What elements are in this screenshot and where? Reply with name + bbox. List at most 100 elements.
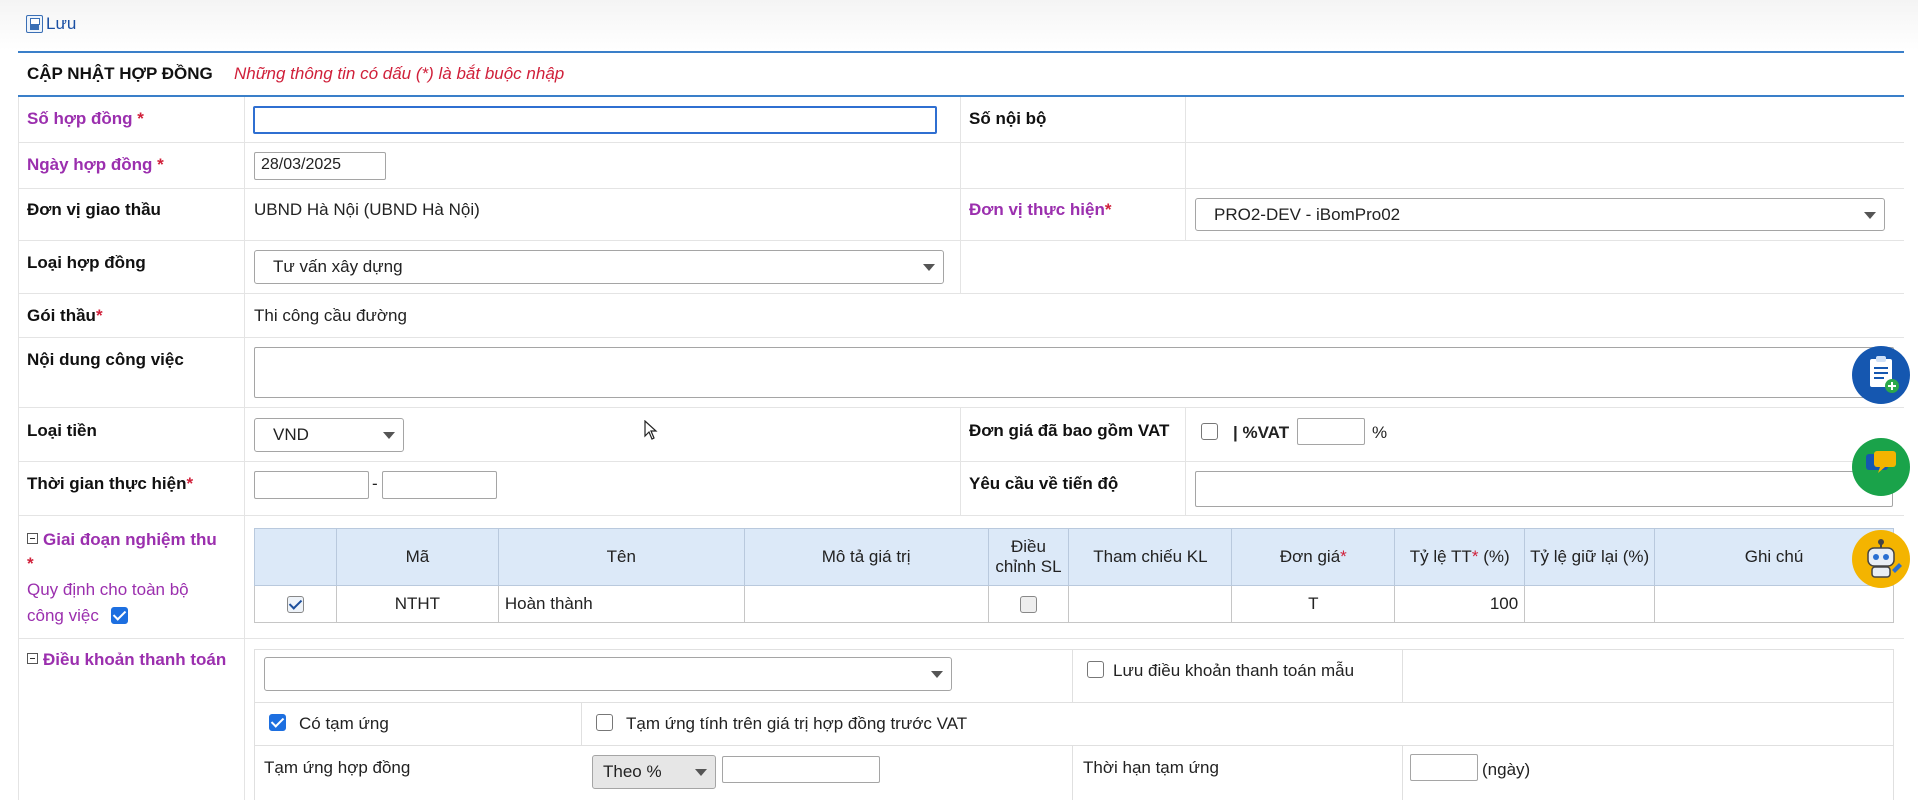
save-template-label: Lưu điều khoản thanh toán mẫu: [1113, 661, 1355, 680]
thoi-han-input[interactable]: [1410, 754, 1478, 781]
vat-label: | %VAT: [1233, 423, 1290, 442]
goi-thau-value: Thi công cầu đường: [254, 306, 407, 325]
dieu-khoan-section-toggle[interactable]: Điều khoản thanh toán: [27, 648, 237, 672]
column-header-ty-le-giu-lai: Tỷ lệ giữ lại (%): [1524, 528, 1656, 586]
column-header-dieu-chinh: Điều chỉnh SL: [987, 528, 1070, 586]
divider: [1072, 745, 1073, 800]
required-note: Những thông tin có dấu (*) là bắt buộc n…: [234, 64, 565, 83]
co-tam-ung-checkbox[interactable]: [269, 714, 286, 731]
loai-tien-select[interactable]: VND: [254, 418, 404, 452]
so-noi-bo-label: Số nội bộ: [969, 109, 1047, 128]
vat-percent-sign: %: [1372, 423, 1388, 442]
yeu-cau-tien-do-textarea[interactable]: [1195, 471, 1893, 507]
thoi-gian-to-input[interactable]: [382, 471, 497, 499]
chevron-down-icon: [931, 671, 943, 678]
cell-ty-le-tt[interactable]: 100: [1394, 585, 1526, 623]
noi-dung-textarea[interactable]: [254, 347, 1894, 398]
clipboard-add-icon: [1870, 356, 1899, 393]
divider: [18, 461, 1904, 462]
thoi-gian-from-input[interactable]: [254, 471, 369, 499]
giai-doan-table: Mã Tên Mô tả giá trị Điều chỉnh SL Tham …: [254, 528, 1894, 623]
tam-ung-hop-dong-label: Tạm ứng hợp đồng: [264, 758, 411, 777]
cell-ty-le-giu-lai[interactable]: [1524, 585, 1656, 623]
divider: [18, 188, 1904, 189]
loai-hop-dong-value: Tư vấn xây dựng: [273, 257, 403, 276]
table-header-row: Mã Tên Mô tả giá trị Điều chỉnh SL Tham …: [254, 528, 1894, 586]
tam-ung-mode-select[interactable]: Theo %: [592, 755, 716, 789]
save-template-checkbox[interactable]: [1087, 661, 1104, 678]
don-gia-vat-label: Đơn giá đã bao gồm VAT: [969, 421, 1170, 440]
loai-hop-dong-select[interactable]: Tư vấn xây dựng: [254, 250, 944, 284]
co-tam-ung-label: Có tạm ứng: [299, 714, 389, 733]
don-vi-thuc-hien-label: Đơn vị thực hiện*: [969, 200, 1112, 219]
dieu-khoan-template-select[interactable]: [264, 657, 952, 691]
divider: [18, 51, 1904, 53]
don-vi-giao-thau-label: Đơn vị giao thầu: [27, 200, 161, 219]
tam-ung-truoc-vat-label: Tạm ứng tính trên giá trị hợp đồng trước…: [626, 714, 968, 733]
yeu-cau-tien-do-label: Yêu cầu về tiến độ: [969, 474, 1119, 493]
divider: [1185, 407, 1186, 515]
page-title: CẬP NHẬT HỢP ĐỒNG: [27, 64, 213, 83]
column-header-ty-le-tt: Tỷ lệ TT* (%): [1394, 528, 1526, 586]
collapse-icon: [27, 653, 38, 664]
ngay-hop-dong-input[interactable]: 28/03/2025: [254, 152, 386, 180]
chevron-down-icon: [1864, 211, 1876, 219]
don-vi-giao-thau-value: UBND Hà Nội (UBND Hà Nội): [254, 200, 480, 219]
loai-hop-dong-label: Loại hợp đồng: [27, 253, 146, 272]
table-row[interactable]: NTHT Hoàn thành T 100: [254, 585, 1894, 623]
so-hop-dong-input[interactable]: [253, 106, 937, 134]
cell-ma[interactable]: NTHT: [335, 585, 499, 623]
giai-doan-section-toggle[interactable]: Giai đoạn nghiệm thu *: [27, 528, 237, 576]
robot-support-button[interactable]: [1852, 530, 1910, 588]
cell-ghi-chu[interactable]: [1654, 585, 1894, 623]
column-header-tham-chieu: Tham chiếu KL: [1068, 528, 1233, 586]
column-header-ma: Mã: [335, 528, 499, 586]
dieu-chinh-checkbox[interactable]: [1019, 596, 1037, 614]
divider: [18, 638, 1904, 639]
cell-ten[interactable]: Hoàn thành: [497, 585, 745, 623]
divider: [18, 142, 1904, 143]
chat-button[interactable]: [1852, 438, 1910, 496]
tam-ung-value-input[interactable]: [722, 756, 880, 783]
top-toolbar: [0, 0, 1918, 50]
noi-dung-label: Nội dung công việc: [27, 350, 184, 369]
divider: [254, 745, 1894, 746]
vat-input[interactable]: [1297, 418, 1365, 445]
row-select-cell: [254, 585, 337, 623]
column-header-ten: Tên: [497, 528, 745, 586]
divider: [18, 95, 1904, 97]
cell-don-gia[interactable]: T: [1231, 585, 1396, 623]
divider: [18, 293, 1904, 294]
thoi-gian-separator: -: [372, 474, 378, 493]
divider: [1893, 649, 1894, 800]
column-header-select: [254, 528, 337, 586]
divider: [18, 407, 1904, 408]
cell-dieu-chinh: [987, 585, 1070, 623]
loai-tien-value: VND: [273, 425, 309, 444]
divider: [244, 97, 245, 800]
loai-tien-label: Loại tiền: [27, 421, 97, 440]
divider: [18, 337, 1904, 338]
divider: [1185, 97, 1186, 240]
cell-mo-ta[interactable]: [743, 585, 989, 623]
save-button[interactable]: Lưu: [26, 14, 76, 34]
save-icon: [26, 15, 43, 33]
giai-doan-rule-checkbox[interactable]: [111, 607, 128, 624]
clipboard-add-button[interactable]: [1852, 346, 1910, 404]
cell-tham-chieu[interactable]: [1068, 585, 1233, 623]
mouse-cursor-icon: [644, 420, 658, 440]
don-vi-thuc-hien-select[interactable]: PRO2-DEV - iBomPro02: [1195, 198, 1885, 231]
tam-ung-mode-value: Theo %: [603, 762, 662, 781]
column-header-mo-ta: Mô tả giá trị: [743, 528, 989, 586]
chevron-down-icon: [923, 264, 935, 271]
ngay-hop-dong-label: Ngày hợp đồng *: [27, 155, 164, 174]
don-vi-thuc-hien-value: PRO2-DEV - iBomPro02: [1214, 204, 1401, 224]
row-select-checkbox[interactable]: [286, 596, 304, 614]
divider: [960, 407, 961, 515]
thoi-han-label: Thời hạn tạm ứng: [1083, 758, 1219, 777]
divider: [1402, 745, 1403, 800]
don-gia-vat-checkbox[interactable]: [1201, 423, 1218, 440]
save-label: Lưu: [46, 14, 77, 33]
divider: [254, 649, 255, 800]
tam-ung-truoc-vat-checkbox[interactable]: [596, 714, 613, 731]
